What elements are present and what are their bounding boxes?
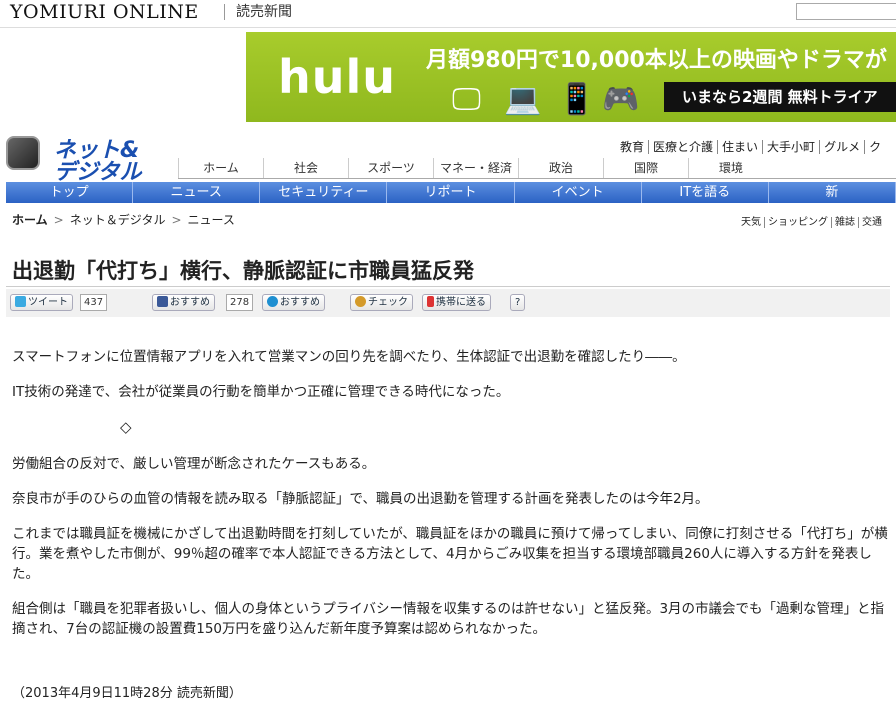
service-links: 天気 ショッピング 雑誌 交通: [738, 213, 885, 228]
tweet-label: ツイート: [28, 297, 68, 308]
section-divider-diamond: ◇: [120, 418, 132, 436]
section-logo[interactable]: ネット& デジタル: [6, 132, 174, 185]
site-logo[interactable]: YOMIURI ONLINE: [10, 0, 199, 24]
article-paragraph: IT技術の発達で、会社が従業員の行動を簡単かつ正確に管理できる時代になった。: [12, 384, 510, 400]
main-nav-item[interactable]: 政治: [518, 158, 603, 178]
utility-links: 教育 医療と介護 住まい 大手小町 グルメク: [616, 138, 885, 155]
section-nav: トップ ニュース セキュリティー リポート イベント ITを語る 新: [6, 182, 896, 203]
section-nav-item[interactable]: ITを語る: [642, 182, 769, 203]
util-link[interactable]: 住まい: [718, 140, 764, 154]
util-link[interactable]: ク: [865, 140, 885, 154]
main-nav-item[interactable]: マネー・経済: [433, 158, 518, 178]
section-nav-item[interactable]: イベント: [515, 182, 642, 203]
service-link[interactable]: 雑誌: [832, 217, 859, 228]
article-dateline: （2013年4月9日11時28分 読売新聞）: [12, 686, 242, 701]
breadcrumb-separator: >: [171, 213, 182, 227]
section-nav-item[interactable]: ニュース: [133, 182, 261, 203]
tweet-count: 437: [80, 294, 108, 311]
breadcrumb: ホーム > ネット＆デジタル > ニュース: [12, 211, 235, 228]
facebook-icon: [157, 296, 168, 307]
section-nav-item[interactable]: トップ: [6, 182, 134, 203]
service-link[interactable]: ショッピング: [765, 217, 832, 228]
site-header: YOMIURI ONLINE 読売新聞: [0, 0, 896, 28]
phone-icon: [6, 136, 40, 170]
banner-brand-logo: hulu: [278, 50, 397, 104]
article-paragraph: これまでは職員証を機械にかざして出退勤時間を打刻していたが、職員証をほかの職員に…: [12, 526, 888, 582]
main-nav-item[interactable]: ホーム: [178, 158, 263, 178]
title-divider: [6, 286, 890, 287]
breadcrumb-separator: >: [53, 213, 64, 227]
util-link[interactable]: グルメ: [820, 140, 866, 154]
article-body: スマートフォンに位置情報アプリを入れて営業マンの回り先を調べたり、生体認証で出退…: [12, 347, 892, 654]
mobile-phone-icon: [427, 296, 434, 307]
service-link[interactable]: 天気: [738, 217, 765, 228]
tv-icon: 🖵: [452, 82, 481, 117]
main-nav-item[interactable]: 環境: [688, 158, 773, 178]
tweet-button[interactable]: ツイート: [10, 294, 73, 311]
service-link[interactable]: 交通: [859, 217, 885, 228]
facebook-recommend-button[interactable]: おすすめ: [152, 294, 215, 311]
gamepad-icon: 🎮: [602, 82, 640, 117]
mixi-check-button[interactable]: チェック: [350, 294, 413, 311]
check-label: チェック: [368, 297, 408, 308]
logo-divider: [224, 4, 225, 20]
article-paragraph: スマートフォンに位置情報アプリを入れて営業マンの回り先を調べたり、生体認証で出退…: [12, 349, 686, 365]
article-paragraph: 労働組合の反対で、厳しい管理が断念されたケースもある。: [12, 456, 376, 472]
article-title: 出退勤「代打ち」横行、静脈認証に市職員猛反発: [12, 259, 474, 283]
util-link[interactable]: 医療と介護: [649, 140, 719, 154]
smartphone-icon: 📱: [558, 82, 596, 117]
main-nav: ホーム 社会 スポーツ マネー・経済 政治 国際 環境: [178, 158, 896, 179]
facebook-count: 278: [226, 294, 254, 311]
section-nav-item[interactable]: 新: [769, 182, 896, 203]
mobile-label: 携帯に送る: [436, 297, 486, 308]
help-button[interactable]: ?: [510, 294, 526, 311]
laptop-icon: 💻: [504, 82, 542, 117]
section-nav-item[interactable]: セキュリティー: [260, 182, 388, 203]
main-nav-item[interactable]: 国際: [603, 158, 688, 178]
mixi-label: おすすめ: [280, 297, 320, 308]
util-link[interactable]: 大手小町: [763, 140, 821, 154]
social-share-bar: ツイート 437 おすすめ 278 おすすめ チェック 携帯に送る ?: [6, 289, 890, 317]
util-link[interactable]: 教育: [616, 140, 650, 154]
article-paragraph: 組合側は「職員を犯罪者扱いし、個人の身体というプライバシー情報を収集するのは許せ…: [12, 601, 885, 637]
banner-headline: 月額980円で10,000本以上の映画やドラマが: [426, 48, 887, 73]
mixi-recommend-button[interactable]: おすすめ: [262, 294, 325, 311]
breadcrumb-home[interactable]: ホーム: [12, 213, 48, 227]
breadcrumb-section[interactable]: ネット＆デジタル: [70, 213, 166, 227]
mixi-icon: [267, 296, 278, 307]
send-to-mobile-button[interactable]: 携帯に送る: [422, 294, 491, 311]
twitter-icon: [15, 296, 26, 307]
paper-name[interactable]: 読売新聞: [236, 3, 292, 21]
banner-cta[interactable]: いまなら2週間 無料トライア: [664, 82, 896, 112]
section-nav-item[interactable]: リポート: [387, 182, 515, 203]
breadcrumb-current[interactable]: ニュース: [188, 213, 235, 227]
article-paragraph: 奈良市が手のひらの血管の情報を読み取る「静脈認証」で、職員の出退勤を管理する計画…: [12, 491, 709, 507]
main-nav-item[interactable]: スポーツ: [348, 158, 433, 178]
search-input[interactable]: [796, 3, 896, 20]
fb-label: おすすめ: [170, 297, 210, 308]
ad-banner[interactable]: hulu 月額980円で10,000本以上の映画やドラマが 🖵 💻 📱 🎮 いま…: [246, 32, 896, 122]
check-icon: [355, 296, 366, 307]
main-nav-item[interactable]: 社会: [263, 158, 348, 178]
